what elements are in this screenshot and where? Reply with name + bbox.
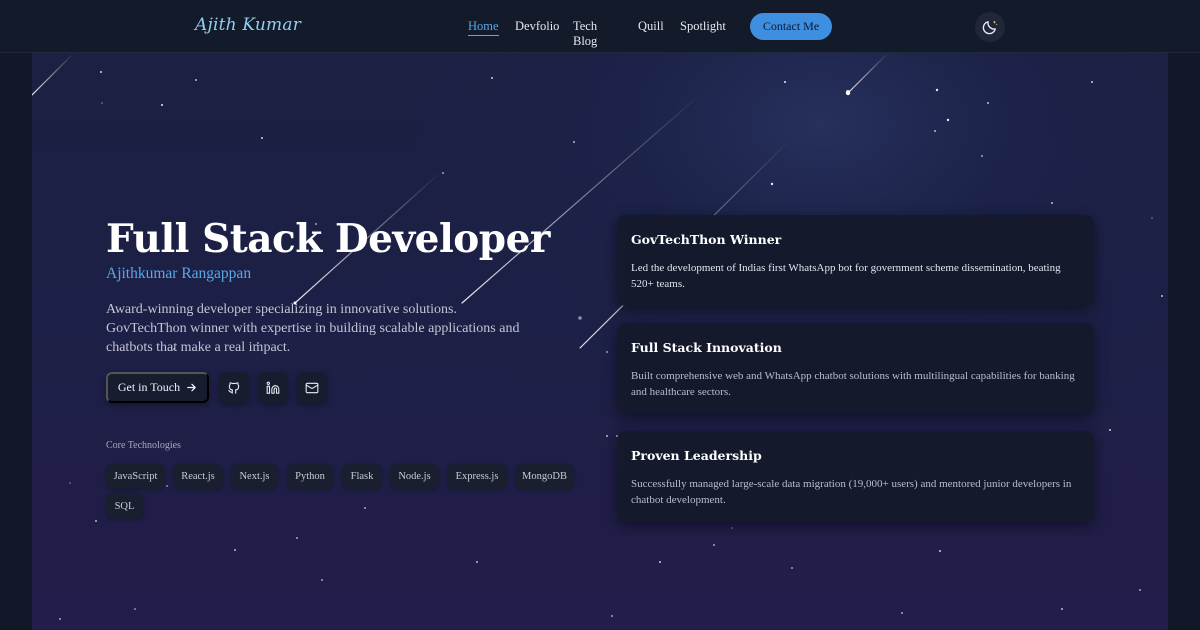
- nav-home[interactable]: Home: [468, 19, 499, 36]
- tech-tag: Express.js: [447, 464, 507, 489]
- nav-tech-blog[interactable]: Tech Blog: [573, 19, 597, 49]
- achievement-card: GovTechThon Winner Led the development o…: [617, 215, 1094, 306]
- card-text: Built comprehensive web and WhatsApp cha…: [631, 370, 1075, 398]
- hero-description: Award-winning developer specializing in …: [106, 302, 520, 355]
- mail-icon: [305, 382, 319, 393]
- hero-section: Full Stack Developer Ajithkumar Rangappa…: [32, 53, 1168, 630]
- hero-name: Ajithkumar Rangappan: [106, 265, 252, 282]
- card-title: Full Stack Innovation: [631, 340, 782, 355]
- brand-logo[interactable]: Ajith Kumar: [195, 15, 301, 35]
- card-text: Led the development of Indias first What…: [631, 262, 1061, 290]
- theme-toggle-button[interactable]: [975, 12, 1005, 42]
- get-in-touch-button[interactable]: Get in Touch: [106, 372, 209, 403]
- site-header: Ajith Kumar Home Devfolio Tech Blog Quil…: [0, 0, 1200, 53]
- linkedin-icon: [266, 381, 280, 394]
- core-technologies-label: Core Technologies: [106, 440, 181, 451]
- card-title: GovTechThon Winner: [631, 232, 782, 247]
- tech-tag: SQL: [106, 494, 143, 519]
- tech-tag: MongoDB: [515, 464, 574, 489]
- tech-tag: React.js: [173, 464, 223, 489]
- tech-tag: Flask: [342, 464, 382, 489]
- tech-tag: Node.js: [390, 464, 439, 489]
- card-title: Proven Leadership: [631, 448, 762, 463]
- nav-spotlight[interactable]: Spotlight: [680, 19, 726, 34]
- moon-icon: [982, 20, 998, 35]
- nav-quill[interactable]: Quill: [638, 19, 664, 34]
- mail-button[interactable]: [297, 372, 327, 403]
- tech-tag: Python: [287, 464, 333, 489]
- tech-tag: JavaScript: [106, 464, 165, 489]
- achievement-card: Proven Leadership Successfully managed l…: [617, 431, 1094, 522]
- card-text: Successfully managed large-scale data mi…: [631, 478, 1072, 506]
- get-in-touch-label: Get in Touch: [117, 380, 181, 394]
- github-icon: [228, 381, 240, 394]
- github-button[interactable]: [219, 372, 249, 403]
- linkedin-button[interactable]: [258, 372, 288, 403]
- contact-me-button[interactable]: Contact Me: [750, 13, 832, 40]
- achievement-card: Full Stack Innovation Built comprehensiv…: [617, 323, 1094, 414]
- arrow-right-icon: [187, 383, 196, 392]
- hero-title: Full Stack Developer: [106, 216, 550, 262]
- tech-tag: Next.js: [231, 464, 278, 489]
- nav-devfolio[interactable]: Devfolio: [515, 19, 559, 34]
